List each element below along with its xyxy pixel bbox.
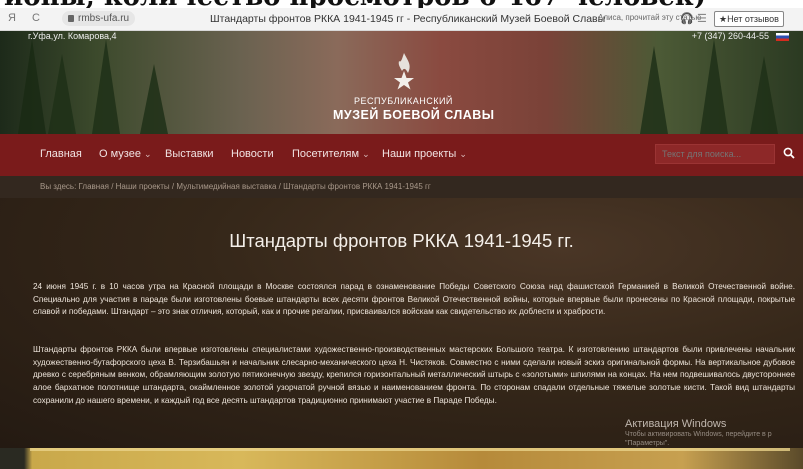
address-bar[interactable]: rmbs-ufa.ru bbox=[62, 11, 136, 26]
headphones-icon[interactable]: 🎧 bbox=[680, 12, 694, 25]
breadcrumb[interactable]: Вы здесь: Главная / Наши проекты / Мульт… bbox=[0, 176, 803, 198]
browser-toolbar: Я C rmbs-ufa.ru Штандарты фронтов РККА 1… bbox=[0, 8, 803, 31]
search-icon[interactable] bbox=[783, 147, 795, 159]
chevron-down-icon: ⌄ bbox=[144, 149, 152, 159]
nav-item-label: Главная bbox=[40, 148, 82, 160]
reviews-button[interactable]: ★Нет отзывов bbox=[714, 11, 784, 27]
nav-item-label: Новости bbox=[231, 148, 274, 160]
article-paragraph: Штандарты фронтов РККА были впервые изго… bbox=[33, 345, 795, 405]
windows-activation-text: Чтобы активировать Windows, перейдите в … bbox=[625, 431, 772, 438]
nav-item-projects[interactable]: Наши проекты ⌄ bbox=[382, 148, 467, 160]
tree-decoration bbox=[700, 39, 728, 134]
site-header: г.Уфа,ул. Комарова,4 +7 (347) 260-44-55 … bbox=[0, 31, 803, 134]
reader-mode-icon[interactable]: ☰ bbox=[697, 12, 707, 25]
page-caption: ионы, количество просмотров 6 467 челове… bbox=[0, 0, 803, 8]
banner-image bbox=[0, 448, 803, 469]
chevron-down-icon: ⌄ bbox=[459, 149, 467, 159]
nav-item-label: Посетителям bbox=[292, 148, 360, 160]
nav-item-home[interactable]: Главная bbox=[40, 148, 82, 160]
url-text: rmbs-ufa.ru bbox=[78, 13, 130, 24]
nav-item-label: О музее bbox=[99, 148, 141, 160]
logo-line1: РЕСПУБЛИКАНСКИЙ bbox=[354, 96, 453, 106]
tree-decoration bbox=[140, 64, 168, 134]
banner-border bbox=[30, 448, 790, 451]
search-input[interactable] bbox=[655, 144, 775, 164]
tree-decoration bbox=[640, 46, 668, 134]
page-title: Штандарты фронтов РККА 1941-1945 гг. bbox=[229, 230, 574, 251]
main-content: Штандарты фронтов РККА 1941-1945 гг. 24 … bbox=[0, 198, 803, 448]
star-flame-emblem-icon bbox=[394, 53, 414, 90]
address-text: г.Уфа,ул. Комарова,4 bbox=[28, 31, 117, 41]
russian-flag-icon[interactable] bbox=[776, 33, 789, 41]
windows-activation-text: "Параметры". bbox=[625, 440, 670, 447]
tree-decoration bbox=[48, 54, 76, 134]
logo-line2[interactable]: МУЗЕЙ БОЕВОЙ СЛАВЫ bbox=[333, 108, 495, 122]
yandex-logo-icon[interactable]: Я bbox=[8, 12, 16, 24]
tree-decoration bbox=[18, 39, 46, 134]
lock-icon bbox=[68, 14, 74, 22]
nav-item-news[interactable]: Новости bbox=[231, 148, 274, 160]
nav-item-label: Наши проекты bbox=[382, 148, 457, 160]
phone-text[interactable]: +7 (347) 260-44-55 bbox=[692, 31, 769, 41]
tree-decoration bbox=[92, 39, 120, 134]
nav-item-exhibitions[interactable]: Выставки bbox=[165, 148, 214, 160]
main-nav: Главная О музее ⌄ Выставки Новости Посет… bbox=[0, 134, 803, 176]
nav-item-label: Выставки bbox=[165, 148, 214, 160]
nav-item-visitors[interactable]: Посетителям ⌄ bbox=[292, 148, 370, 160]
reload-icon[interactable]: C bbox=[32, 12, 40, 24]
article-paragraph: 24 июня 1945 г. в 10 часов утра на Красн… bbox=[33, 282, 795, 317]
tree-decoration bbox=[750, 56, 778, 134]
nav-item-about[interactable]: О музее ⌄ bbox=[99, 148, 152, 160]
browser-page-title: Штандарты фронтов РККА 1941-1945 гг - Ре… bbox=[210, 13, 606, 25]
chevron-down-icon: ⌄ bbox=[362, 149, 370, 159]
windows-activation-title: Активация Windows bbox=[625, 418, 727, 430]
windows-activation-watermark: Активация Windows Чтобы активировать Win… bbox=[625, 418, 803, 448]
